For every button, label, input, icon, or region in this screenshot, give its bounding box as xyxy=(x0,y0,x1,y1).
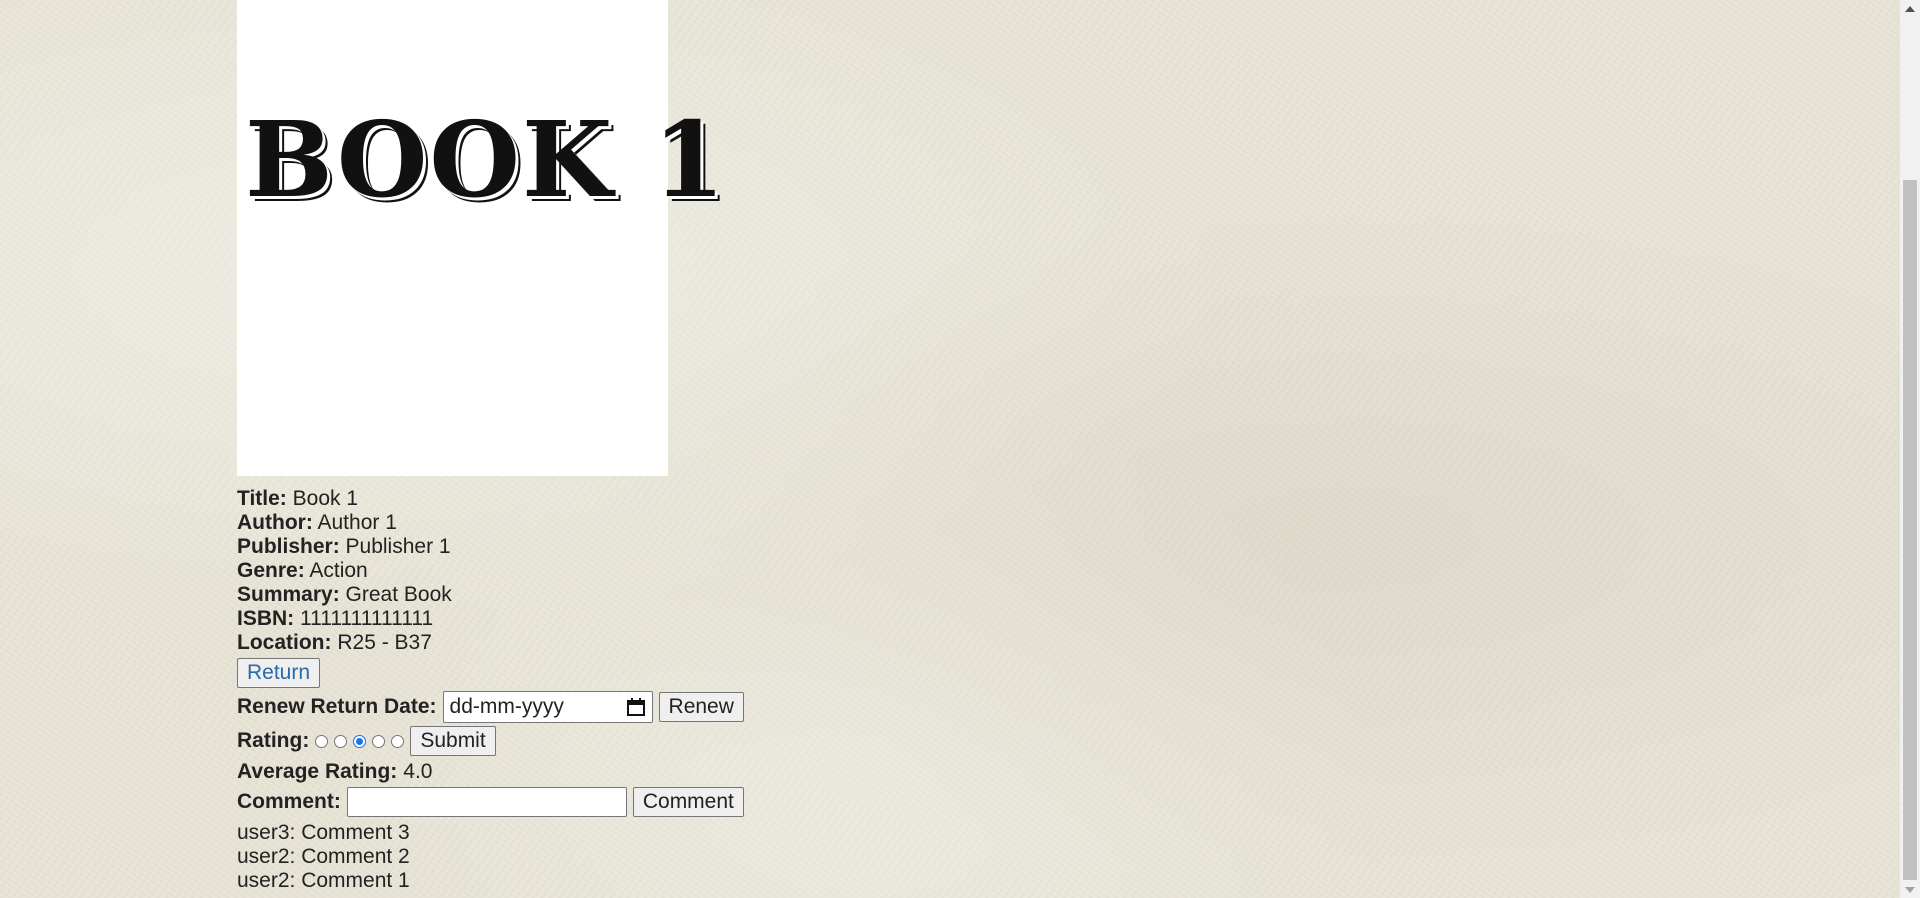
field-label: Location: xyxy=(237,631,332,654)
vertical-scrollbar[interactable] xyxy=(1900,0,1920,898)
average-rating-label: Average Rating: xyxy=(237,760,398,783)
book-cover-title: BOOK 1 xyxy=(245,98,727,221)
comment-label: Comment: xyxy=(237,790,341,813)
return-button[interactable]: Return xyxy=(237,658,321,688)
scroll-down-icon[interactable] xyxy=(1900,881,1920,898)
comment-input[interactable] xyxy=(346,787,627,817)
rating-radio-3[interactable] xyxy=(353,734,367,748)
renew-button[interactable]: Renew xyxy=(658,692,744,722)
field-value: Great Book xyxy=(345,583,452,606)
comment-button[interactable]: Comment xyxy=(632,787,744,817)
field-value: Action xyxy=(309,559,368,582)
field-label: ISBN: xyxy=(237,607,295,630)
book-info: Title: Book 1 Author: Author 1 Publisher… xyxy=(237,487,1037,655)
average-rating-row: Average Rating: 4.0 xyxy=(237,760,1037,784)
field-value: Publisher 1 xyxy=(345,535,451,558)
renew-label: Renew Return Date: xyxy=(237,695,437,718)
rating-label: Rating: xyxy=(237,729,310,752)
field-publisher: Publisher: Publisher 1 xyxy=(237,535,1037,559)
scroll-thumb[interactable] xyxy=(1903,180,1917,880)
field-label: Publisher: xyxy=(237,535,340,558)
calendar-icon[interactable] xyxy=(626,697,646,717)
field-isbn: ISBN: 1111111111111 xyxy=(237,607,1037,631)
field-author: Author: Author 1 xyxy=(237,511,1037,535)
date-placeholder: dd-mm-yyyy xyxy=(449,695,564,718)
field-location: Location: R25 - B37 xyxy=(237,631,1037,655)
field-value: Book 1 xyxy=(292,487,359,510)
scroll-up-icon[interactable] xyxy=(1900,0,1920,17)
book-detail-page: BOOK 1 Title: Book 1 Author: Author 1 Pu… xyxy=(237,0,1037,893)
rating-radio-5[interactable] xyxy=(391,734,405,748)
field-genre: Genre: Action xyxy=(237,559,1037,583)
field-label: Author: xyxy=(237,511,313,534)
list-item: user2: Comment 1 xyxy=(237,869,410,892)
average-rating-value: 4.0 xyxy=(403,760,433,783)
rating-submit-button[interactable]: Submit xyxy=(410,726,496,756)
rating-radio-4[interactable] xyxy=(372,734,386,748)
rating-radio-2[interactable] xyxy=(334,734,348,748)
field-value: 1111111111111 xyxy=(300,607,434,630)
renew-date-input[interactable]: dd-mm-yyyy xyxy=(442,691,653,723)
rating-row: Rating: Submit xyxy=(237,726,1037,756)
book-cover-image: BOOK 1 xyxy=(237,0,725,476)
field-value: Author 1 xyxy=(317,511,397,534)
field-label: Summary: xyxy=(237,583,340,606)
comment-row: Comment: Comment xyxy=(237,787,1037,817)
renew-row: Renew Return Date: dd-mm-yyyy Renew xyxy=(237,691,1037,723)
field-value: R25 - B37 xyxy=(337,631,432,654)
field-summary: Summary: Great Book xyxy=(237,583,1037,607)
field-label: Title: xyxy=(237,487,287,510)
field-title: Title: Book 1 xyxy=(237,487,1037,511)
list-item: user2: Comment 2 xyxy=(237,845,410,868)
comment-list: user3: Comment 3 user2: Comment 2 user2:… xyxy=(237,821,1037,893)
list-item: user3: Comment 3 xyxy=(237,821,410,844)
field-label: Genre: xyxy=(237,559,305,582)
rating-radio-1[interactable] xyxy=(315,734,329,748)
